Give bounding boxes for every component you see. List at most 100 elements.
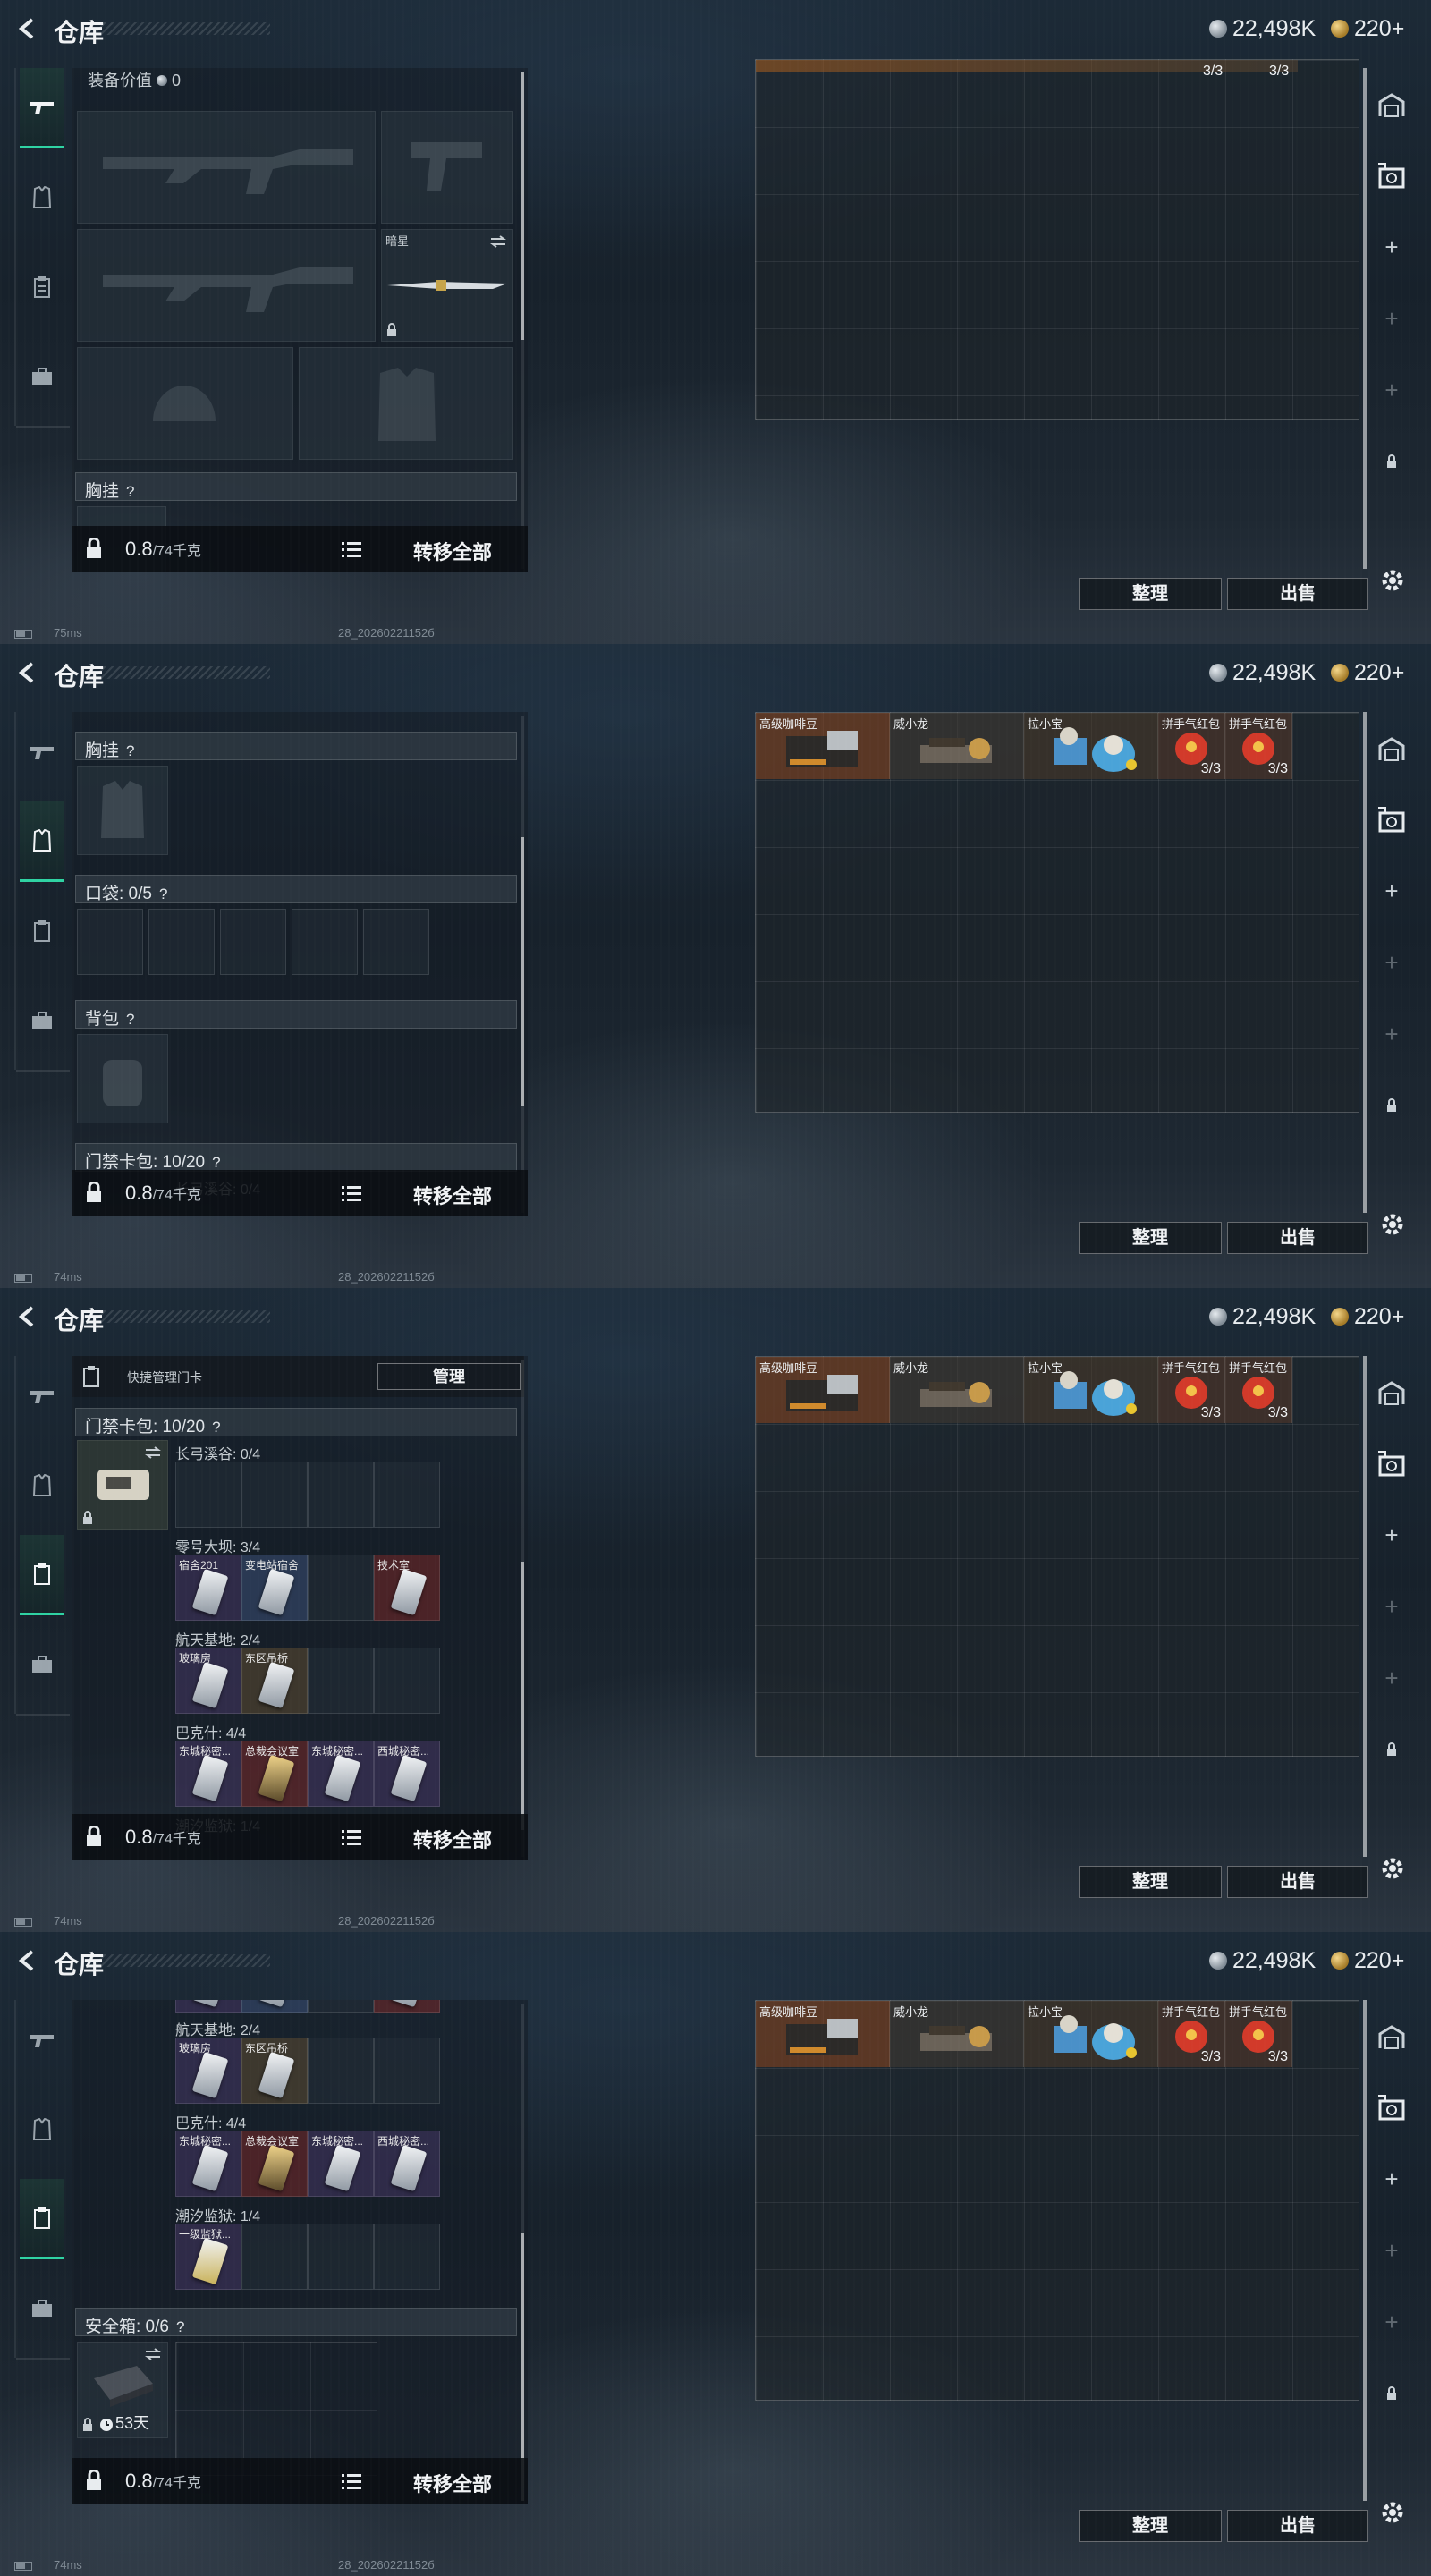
- keycard-slot[interactable]: [308, 1555, 374, 1621]
- tab-gear[interactable]: [20, 1445, 64, 1526]
- sort-button[interactable]: 整理: [1079, 578, 1222, 610]
- keycard-slot[interactable]: 东区吊桥: [241, 1648, 308, 1714]
- list-icon[interactable]: [342, 1828, 361, 1846]
- loadout-scroll-thumb[interactable]: [521, 837, 524, 1106]
- stash-item[interactable]: 拉小宝: [1024, 1357, 1158, 1423]
- swap-icon[interactable]: [489, 235, 507, 248]
- swap-icon[interactable]: [144, 1446, 162, 1459]
- tab-keycards[interactable]: [20, 247, 64, 327]
- sell-button[interactable]: 出售: [1227, 2510, 1368, 2542]
- keycard-slot[interactable]: [374, 2038, 440, 2104]
- keycard-slot[interactable]: 东城秘密...: [308, 1741, 374, 1807]
- keycard-slot[interactable]: 东城秘密...: [175, 2131, 241, 2197]
- pocket-slot[interactable]: [363, 909, 429, 975]
- transfer-all-button[interactable]: 转移全部: [413, 537, 492, 565]
- tab-weapons[interactable]: [20, 1356, 64, 1436]
- keycard-slot[interactable]: 东城秘密...: [308, 2131, 374, 2197]
- pocket-slot[interactable]: [77, 909, 143, 975]
- chest-rig-slot[interactable]: [77, 766, 168, 855]
- help-icon[interactable]: ?: [212, 1154, 220, 1172]
- sidearm-slot[interactable]: [381, 111, 513, 224]
- keycard-slot[interactable]: 总裁会议室: [241, 1741, 308, 1807]
- stash-cabinet-icon[interactable]: [1372, 2088, 1411, 2127]
- list-icon[interactable]: [342, 1184, 361, 1202]
- tab-keycards[interactable]: [20, 1535, 64, 1615]
- keycard-slot[interactable]: 变电站宿舍: [241, 1555, 308, 1621]
- stash-grid[interactable]: 高级咖啡豆 威小龙 拉小宝 拼手气红包 3/3 拼手气红包 3/3: [755, 712, 1359, 1113]
- stash-scrollbar[interactable]: [1363, 1356, 1367, 1857]
- help-icon[interactable]: ?: [126, 483, 134, 501]
- lock-icon[interactable]: [84, 538, 104, 559]
- sort-button[interactable]: 整理: [1079, 2510, 1222, 2542]
- stash-item[interactable]: 威小龙: [890, 2001, 1024, 2067]
- stash-item[interactable]: 拼手气红包 3/3: [1225, 713, 1292, 779]
- keycard-slot[interactable]: 东城秘密...: [175, 1741, 241, 1807]
- back-arrow-icon[interactable]: [14, 1304, 39, 1329]
- loadout-scroll-thumb[interactable]: [521, 72, 524, 340]
- tab-weapons[interactable]: [20, 68, 64, 148]
- stash-item[interactable]: 威小龙: [890, 713, 1024, 779]
- sell-button[interactable]: 出售: [1227, 1222, 1368, 1254]
- tab-case[interactable]: [20, 980, 64, 1061]
- stash-grid[interactable]: 3/3 3/3: [755, 59, 1359, 420]
- keycard-slot[interactable]: [308, 2038, 374, 2104]
- settings-gear-icon[interactable]: [1377, 1853, 1408, 1884]
- stash-grid[interactable]: 高级咖啡豆 威小龙 拉小宝 拼手气红包 3/3 拼手气红包 3/3: [755, 2000, 1359, 2401]
- add-page-icon[interactable]: +: [1372, 227, 1411, 267]
- add-page-icon-3[interactable]: +: [1372, 2302, 1411, 2342]
- backpack-slot[interactable]: [77, 1034, 168, 1123]
- transfer-all-button[interactable]: 转移全部: [413, 1181, 492, 1209]
- tab-weapons[interactable]: [20, 2000, 64, 2080]
- stash-item[interactable]: 拼手气红包 3/3: [1158, 1357, 1225, 1423]
- transfer-all-button[interactable]: 转移全部: [413, 1825, 492, 1853]
- stash-item[interactable]: 威小龙: [890, 1357, 1024, 1423]
- keycard-slot[interactable]: [241, 2000, 308, 2012]
- stash-item[interactable]: 拼手气红包 3/3: [1158, 713, 1225, 779]
- pocket-slot[interactable]: [292, 909, 358, 975]
- add-page-icon[interactable]: +: [1372, 2159, 1411, 2199]
- keycard-slot[interactable]: 玻璃房: [175, 1648, 241, 1714]
- keycard-slot[interactable]: 东区吊桥: [241, 2038, 308, 2104]
- loadout-scroll-thumb[interactable]: [521, 1562, 524, 1830]
- settings-gear-icon[interactable]: [1377, 1209, 1408, 1240]
- keycard-slot[interactable]: 宿舍201: [175, 1555, 241, 1621]
- tab-case[interactable]: [20, 1624, 64, 1705]
- sell-button[interactable]: 出售: [1227, 1866, 1368, 1898]
- sell-button[interactable]: 出售: [1227, 578, 1368, 610]
- keycard-slot[interactable]: 技术室: [374, 1555, 440, 1621]
- gold-currency[interactable]: 220+: [1331, 660, 1404, 685]
- keycard-slot[interactable]: [308, 2224, 374, 2290]
- back-arrow-icon[interactable]: [14, 660, 39, 685]
- keycard-slot[interactable]: [308, 1462, 374, 1528]
- tab-gear[interactable]: [20, 801, 64, 882]
- keycard-slot[interactable]: [374, 2000, 440, 2012]
- building-icon[interactable]: [1372, 86, 1411, 125]
- add-page-icon-3[interactable]: +: [1372, 370, 1411, 410]
- help-icon[interactable]: ?: [126, 1011, 134, 1029]
- lock-icon[interactable]: [84, 2470, 104, 2491]
- keycard-slot[interactable]: 总裁会议室: [241, 2131, 308, 2197]
- pocket-slot[interactable]: [148, 909, 215, 975]
- stash-item[interactable]: 高级咖啡豆: [756, 713, 890, 779]
- tab-case[interactable]: [20, 2268, 64, 2349]
- keycard-slot[interactable]: [308, 1648, 374, 1714]
- lock-icon[interactable]: [84, 1182, 104, 1203]
- stash-item[interactable]: 拼手气红包 3/3: [1225, 1357, 1292, 1423]
- keycard-slot[interactable]: 一级监狱...: [175, 2224, 241, 2290]
- settings-gear-icon[interactable]: [1377, 2497, 1408, 2528]
- lock-icon[interactable]: [1372, 442, 1411, 481]
- sort-button[interactable]: 整理: [1079, 1866, 1222, 1898]
- stash-item[interactable]: 高级咖啡豆: [756, 1357, 890, 1423]
- gold-currency[interactable]: 220+: [1331, 1948, 1404, 1973]
- add-page-icon-2[interactable]: +: [1372, 2231, 1411, 2270]
- keycard-slot[interactable]: [308, 2000, 374, 2012]
- building-icon[interactable]: [1372, 2018, 1411, 2057]
- add-page-icon-3[interactable]: +: [1372, 1014, 1411, 1054]
- lock-icon[interactable]: [1372, 2374, 1411, 2413]
- keycard-slot[interactable]: [374, 1648, 440, 1714]
- lock-icon[interactable]: [1372, 1086, 1411, 1125]
- armor-slot[interactable]: [299, 347, 513, 460]
- back-arrow-icon[interactable]: [14, 16, 39, 41]
- tab-keycards[interactable]: [20, 2179, 64, 2259]
- add-page-icon-2[interactable]: +: [1372, 943, 1411, 982]
